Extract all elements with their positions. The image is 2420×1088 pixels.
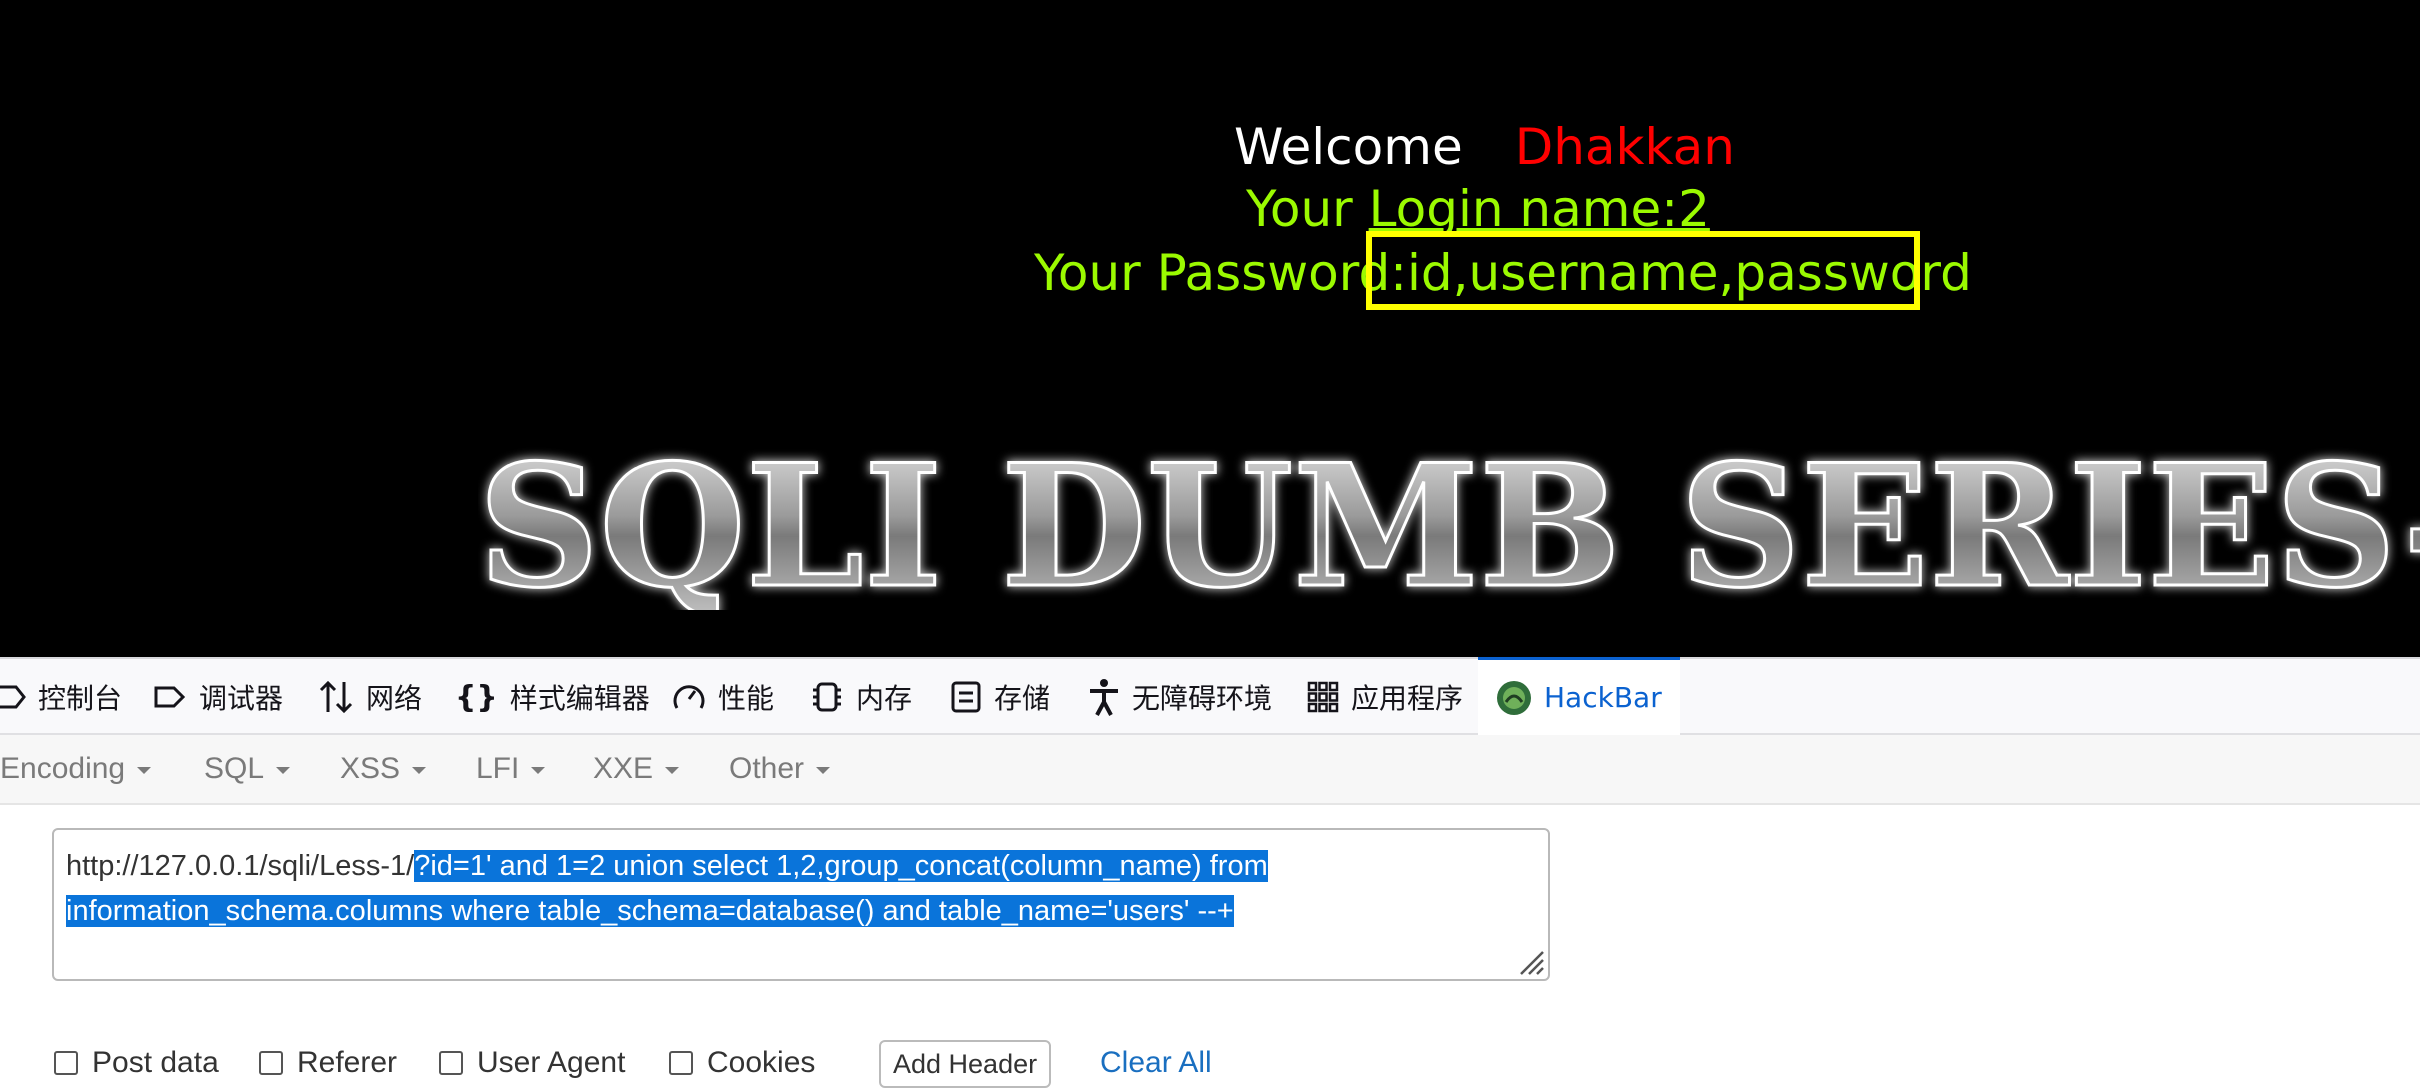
accessibility-icon (1090, 679, 1118, 716)
menu-xss-label: XSS (340, 752, 401, 785)
tab-memory-label: 内存 (856, 682, 913, 715)
tab-application[interactable]: 应用程序 (1307, 659, 1463, 735)
hackbar-icon (1497, 680, 1531, 715)
style-editor-icon: {} (455, 679, 498, 715)
tab-storage[interactable]: 存储 (950, 659, 1050, 735)
caret-down-icon (816, 766, 831, 774)
referer-checkbox[interactable]: Referer (259, 1046, 397, 1080)
menu-sql-label: SQL (204, 752, 265, 785)
caret-down-icon (412, 766, 427, 774)
clear-all-link[interactable]: Clear All (1100, 1046, 1212, 1080)
checkbox-box[interactable] (259, 1051, 283, 1075)
menu-sql[interactable]: SQL (204, 735, 291, 803)
console-icon (0, 685, 26, 709)
tab-hackbar-label: HackBar (1544, 681, 1662, 714)
tab-style-editor[interactable]: {} 样式编辑器 (455, 659, 650, 735)
network-icon (319, 680, 353, 714)
user-agent-label: User Agent (477, 1046, 626, 1079)
welcome-name: Dhakkan (1514, 118, 1735, 176)
url-base: http://127.0.0.1/sqli/Less-1/ (66, 850, 415, 882)
memory-icon (813, 682, 841, 712)
caret-down-icon (531, 766, 546, 774)
svg-text:SQLI DUMB SERIES-1: SQLI DUMB SERIES-1 (478, 435, 2420, 610)
welcome-label: Welcome (1234, 118, 1463, 176)
resize-grip-icon[interactable] (1513, 944, 1545, 976)
checkbox-box[interactable] (54, 1051, 78, 1075)
menu-other[interactable]: Other (729, 735, 831, 803)
url-query-selected-line2: information_schema.columns where table_s… (66, 895, 1234, 927)
login-value: Login name:2 (1368, 180, 1710, 238)
debugger-icon (154, 686, 186, 708)
checkbox-box[interactable] (439, 1051, 463, 1075)
menu-encoding-label: Encoding (0, 752, 126, 785)
devtools-tab-bar: 控制台 调试器 网络 {} 样式编辑器 性能 内存 存储 无障碍环境 应用程序 … (0, 657, 2420, 735)
tab-console-label: 控制台 (38, 682, 123, 715)
url-textarea[interactable]: http://127.0.0.1/sqli/Less-1/?id=1' and … (52, 828, 1550, 981)
tab-network-label: 网络 (366, 682, 423, 715)
menu-xxe-label: XXE (593, 752, 654, 785)
welcome-line: Welcome Dhakkan (1234, 112, 1735, 182)
hackbar-menu-bar: Encoding SQL XSS LFI XXE Other (0, 735, 2420, 805)
add-header-button[interactable]: Add Header (879, 1040, 1052, 1088)
caret-down-icon (276, 766, 291, 774)
tab-hackbar[interactable]: HackBar (1478, 657, 1680, 735)
tab-accessibility[interactable]: 无障碍环境 (1088, 659, 1272, 735)
menu-lfi[interactable]: LFI (476, 735, 546, 803)
cookies-checkbox[interactable]: Cookies (669, 1046, 815, 1080)
performance-icon (673, 685, 705, 709)
referer-label: Referer (297, 1046, 398, 1079)
checkbox-box[interactable] (669, 1051, 693, 1075)
tab-debugger[interactable]: 调试器 (153, 659, 283, 735)
storage-icon (951, 681, 981, 713)
menu-lfi-label: LFI (476, 752, 520, 785)
caret-down-icon (665, 766, 680, 774)
web-page-viewport: Welcome Dhakkan Your Login name:2 Your Pa… (0, 0, 2420, 657)
url-text: http://127.0.0.1/sqli/Less-1/?id=1' and … (66, 844, 1526, 934)
tab-performance[interactable]: 性能 (672, 659, 774, 735)
login-prefix: Your (1246, 180, 1369, 238)
hackbar-options-row: Post data Referer User Agent Cookies Add… (0, 1040, 2420, 1088)
tab-accessibility-label: 无障碍环境 (1132, 682, 1273, 715)
application-icon (1307, 681, 1339, 713)
menu-xss[interactable]: XSS (340, 735, 427, 803)
menu-xxe[interactable]: XXE (593, 735, 680, 803)
caret-down-icon (137, 766, 152, 774)
cookies-label: Cookies (707, 1046, 816, 1079)
tab-application-label: 应用程序 (1351, 682, 1464, 715)
sqli-banner-logo: SQLI DUMB SERIES-1 (478, 435, 2420, 610)
post-data-label: Post data (92, 1046, 219, 1079)
tab-console[interactable]: 控制台 (0, 659, 122, 735)
tab-storage-label: 存储 (994, 682, 1051, 715)
url-query-selected-line1: ?id=1' and 1=2 union select 1,2,group_co… (414, 850, 1268, 882)
tab-style-editor-label: 样式编辑器 (509, 682, 650, 715)
password-prefix: Your Password: (1034, 244, 1408, 302)
user-agent-checkbox[interactable]: User Agent (439, 1046, 625, 1080)
menu-encoding[interactable]: Encoding (0, 735, 152, 803)
tab-network[interactable]: 网络 (318, 659, 422, 735)
post-data-checkbox[interactable]: Post data (54, 1046, 219, 1080)
tab-debugger-label: 调试器 (199, 682, 284, 715)
menu-other-label: Other (729, 752, 805, 785)
tab-performance-label: 性能 (718, 682, 775, 715)
tab-memory[interactable]: 内存 (810, 659, 912, 735)
highlight-annotation-box (1366, 231, 1920, 310)
